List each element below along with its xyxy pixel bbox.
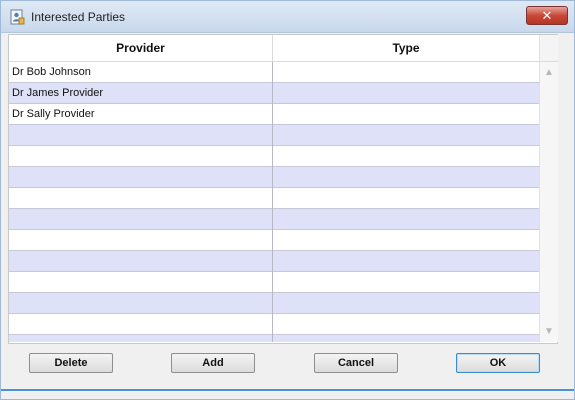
- title-bar[interactable]: Interested Parties ✕: [1, 1, 574, 33]
- document-user-icon: [10, 9, 25, 25]
- table-row[interactable]: [9, 230, 539, 251]
- add-button[interactable]: Add: [171, 353, 255, 373]
- grid-rows: Dr Sally Provider Dr James Provider Dr Bob…: [9, 62, 539, 342]
- delete-button[interactable]: Delete: [29, 353, 113, 373]
- column-header-type[interactable]: Type: [273, 41, 539, 55]
- table-row[interactable]: Dr James Provider: [9, 83, 539, 104]
- table-row[interactable]: [9, 125, 539, 146]
- provider-cell[interactable]: Dr Sally Provider: [12, 104, 270, 124]
- interested-parties-dialog: Interested Parties ✕ Provider Type Dr Sa…: [0, 0, 575, 400]
- interested-parties-grid[interactable]: Provider Type Dr Sally Provider Dr James …: [8, 34, 558, 344]
- ok-button[interactable]: OK: [456, 353, 540, 373]
- cancel-button[interactable]: Cancel: [314, 353, 398, 373]
- scroll-down-icon[interactable]: ▼: [540, 324, 558, 340]
- window-title: Interested Parties: [31, 10, 126, 24]
- bottom-accent-line: [1, 389, 574, 391]
- grid-header: Provider Type: [9, 35, 539, 62]
- column-header-provider[interactable]: Provider: [9, 41, 272, 55]
- provider-cell[interactable]: Dr Bob Johnson: [12, 62, 270, 82]
- table-row[interactable]: [9, 167, 539, 188]
- table-row[interactable]: [9, 272, 539, 293]
- vertical-scrollbar[interactable]: ▲ ▼: [539, 62, 558, 342]
- header-corner: [539, 35, 558, 62]
- provider-cell[interactable]: Dr James Provider: [12, 83, 270, 103]
- table-row[interactable]: [9, 146, 539, 167]
- close-icon: ✕: [541, 8, 553, 23]
- table-row[interactable]: [9, 293, 539, 314]
- table-row[interactable]: [9, 314, 539, 335]
- table-row[interactable]: [9, 209, 539, 230]
- column-divider: [272, 62, 273, 342]
- table-row[interactable]: [9, 251, 539, 272]
- table-row[interactable]: [9, 188, 539, 209]
- table-row[interactable]: Dr Bob Johnson: [9, 62, 539, 83]
- close-button[interactable]: ✕: [526, 6, 568, 25]
- table-row[interactable]: Dr Sally Provider: [9, 104, 539, 125]
- scroll-up-icon[interactable]: ▲: [540, 65, 558, 81]
- table-row[interactable]: [9, 335, 539, 342]
